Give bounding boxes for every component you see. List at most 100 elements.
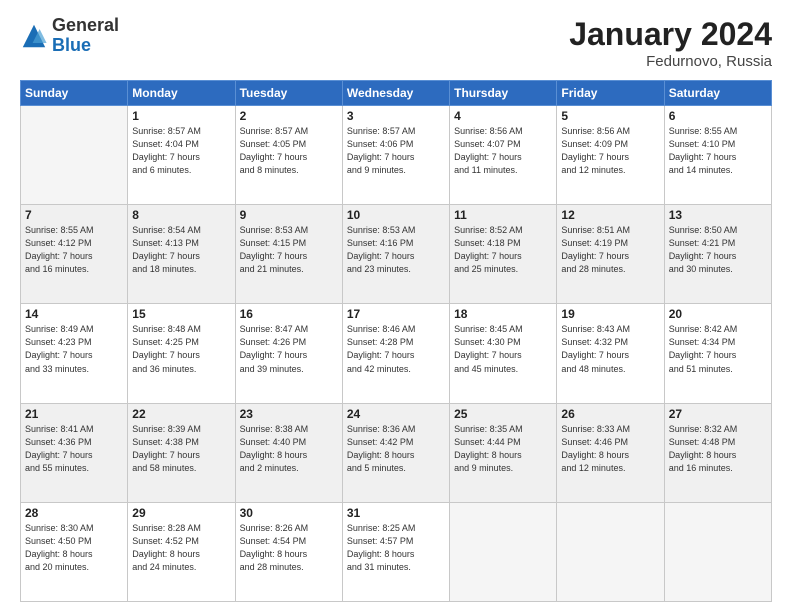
day-number: 3 [347,109,445,123]
day-info: Sunrise: 8:45 AMSunset: 4:30 PMDaylight:… [454,323,552,375]
month-year: January 2024 [569,16,772,53]
table-row [664,502,771,601]
day-number: 13 [669,208,767,222]
col-tuesday: Tuesday [235,81,342,106]
col-wednesday: Wednesday [342,81,449,106]
header: General Blue January 2024 Fedurnovo, Rus… [20,16,772,70]
title-block: January 2024 Fedurnovo, Russia [569,16,772,70]
day-info: Sunrise: 8:35 AMSunset: 4:44 PMDaylight:… [454,423,552,475]
day-info: Sunrise: 8:54 AMSunset: 4:13 PMDaylight:… [132,224,230,276]
table-row: 23 Sunrise: 8:38 AMSunset: 4:40 PMDayligh… [235,403,342,502]
day-info: Sunrise: 8:56 AMSunset: 4:07 PMDaylight:… [454,125,552,177]
table-row: 13 Sunrise: 8:50 AMSunset: 4:21 PMDayligh… [664,205,771,304]
day-info: Sunrise: 8:43 AMSunset: 4:32 PMDaylight:… [561,323,659,375]
day-number: 15 [132,307,230,321]
table-row: 8Sunrise: 8:54 AMSunset: 4:13 PMDaylight… [128,205,235,304]
day-number: 9 [240,208,338,222]
day-number: 16 [240,307,338,321]
logo-general-text: General [52,16,119,36]
day-number: 27 [669,407,767,421]
logo-text: General Blue [52,16,119,56]
logo: General Blue [20,16,119,56]
col-monday: Monday [128,81,235,106]
calendar-week-row: 7 Sunrise: 8:55 AMSunset: 4:12 PMDaylight… [21,205,772,304]
day-info: Sunrise: 8:42 AMSunset: 4:34 PMDaylight:… [669,323,767,375]
table-row: 11 Sunrise: 8:52 AMSunset: 4:18 PMDayligh… [450,205,557,304]
day-info: Sunrise: 8:36 AMSunset: 4:42 PMDaylight:… [347,423,445,475]
day-info: Sunrise: 8:51 AMSunset: 4:19 PMDaylight:… [561,224,659,276]
table-row: 17 Sunrise: 8:46 AMSunset: 4:28 PMDayligh… [342,304,449,403]
table-row: 15 Sunrise: 8:48 AMSunset: 4:25 PMDayligh… [128,304,235,403]
day-number: 10 [347,208,445,222]
calendar-header-row: Sunday Monday Tuesday Wednesday Thursday… [21,81,772,106]
day-info: Sunrise: 8:38 AMSunset: 4:40 PMDaylight:… [240,423,338,475]
table-row: 7 Sunrise: 8:55 AMSunset: 4:12 PMDaylight… [21,205,128,304]
table-row: 30 Sunrise: 8:26 AMSunset: 4:54 PMDayligh… [235,502,342,601]
day-info: Sunrise: 8:25 AMSunset: 4:57 PMDaylight:… [347,522,445,574]
day-info: Sunrise: 8:32 AMSunset: 4:48 PMDaylight:… [669,423,767,475]
day-info: Sunrise: 8:50 AMSunset: 4:21 PMDaylight:… [669,224,767,276]
logo-icon [20,22,48,50]
day-info: Sunrise: 8:46 AMSunset: 4:28 PMDaylight:… [347,323,445,375]
table-row: 24 Sunrise: 8:36 AMSunset: 4:42 PMDayligh… [342,403,449,502]
calendar-week-row: 21 Sunrise: 8:41 AMSunset: 4:36 PMDayligh… [21,403,772,502]
col-saturday: Saturday [664,81,771,106]
day-number: 18 [454,307,552,321]
page: General Blue January 2024 Fedurnovo, Rus… [0,0,792,612]
table-row: 19Sunrise: 8:43 AMSunset: 4:32 PMDayligh… [557,304,664,403]
table-row: 28Sunrise: 8:30 AMSunset: 4:50 PMDayligh… [21,502,128,601]
day-number: 17 [347,307,445,321]
table-row [450,502,557,601]
day-number: 30 [240,506,338,520]
table-row: 21 Sunrise: 8:41 AMSunset: 4:36 PMDayligh… [21,403,128,502]
table-row: 4Sunrise: 8:56 AMSunset: 4:07 PMDaylight… [450,106,557,205]
day-number: 5 [561,109,659,123]
day-number: 12 [561,208,659,222]
day-info: Sunrise: 8:49 AMSunset: 4:23 PMDaylight:… [25,323,123,375]
day-number: 11 [454,208,552,222]
day-info: Sunrise: 8:57 AMSunset: 4:06 PMDaylight:… [347,125,445,177]
day-number: 31 [347,506,445,520]
table-row: 9 Sunrise: 8:53 AMSunset: 4:15 PMDaylight… [235,205,342,304]
day-info: Sunrise: 8:52 AMSunset: 4:18 PMDaylight:… [454,224,552,276]
day-number: 21 [25,407,123,421]
table-row: 29Sunrise: 8:28 AMSunset: 4:52 PMDayligh… [128,502,235,601]
day-info: Sunrise: 8:48 AMSunset: 4:25 PMDaylight:… [132,323,230,375]
table-row: 18 Sunrise: 8:45 AMSunset: 4:30 PMDayligh… [450,304,557,403]
day-info: Sunrise: 8:30 AMSunset: 4:50 PMDaylight:… [25,522,123,574]
table-row: 5Sunrise: 8:56 AMSunset: 4:09 PMDaylight… [557,106,664,205]
day-number: 14 [25,307,123,321]
day-number: 25 [454,407,552,421]
day-number: 29 [132,506,230,520]
table-row: 10Sunrise: 8:53 AMSunset: 4:16 PMDayligh… [342,205,449,304]
day-number: 22 [132,407,230,421]
table-row [21,106,128,205]
calendar-week-row: 28Sunrise: 8:30 AMSunset: 4:50 PMDayligh… [21,502,772,601]
day-info: Sunrise: 8:57 AMSunset: 4:05 PMDaylight:… [240,125,338,177]
table-row: 20 Sunrise: 8:42 AMSunset: 4:34 PMDayligh… [664,304,771,403]
table-row: 2Sunrise: 8:57 AMSunset: 4:05 PMDaylight… [235,106,342,205]
day-info: Sunrise: 8:47 AMSunset: 4:26 PMDaylight:… [240,323,338,375]
col-friday: Friday [557,81,664,106]
table-row: 22Sunrise: 8:39 AMSunset: 4:38 PMDayligh… [128,403,235,502]
table-row: 12 Sunrise: 8:51 AMSunset: 4:19 PMDayligh… [557,205,664,304]
day-number: 24 [347,407,445,421]
table-row: 6Sunrise: 8:55 AMSunset: 4:10 PMDaylight… [664,106,771,205]
table-row: 31 Sunrise: 8:25 AMSunset: 4:57 PMDayligh… [342,502,449,601]
table-row: 27 Sunrise: 8:32 AMSunset: 4:48 PMDayligh… [664,403,771,502]
table-row [557,502,664,601]
day-info: Sunrise: 8:26 AMSunset: 4:54 PMDaylight:… [240,522,338,574]
col-thursday: Thursday [450,81,557,106]
table-row: 1Sunrise: 8:57 AMSunset: 4:04 PMDaylight… [128,106,235,205]
logo-blue-text: Blue [52,36,119,56]
day-info: Sunrise: 8:41 AMSunset: 4:36 PMDaylight:… [25,423,123,475]
day-info: Sunrise: 8:53 AMSunset: 4:15 PMDaylight:… [240,224,338,276]
table-row: 14 Sunrise: 8:49 AMSunset: 4:23 PMDayligh… [21,304,128,403]
day-info: Sunrise: 8:55 AMSunset: 4:12 PMDaylight:… [25,224,123,276]
table-row: 25 Sunrise: 8:35 AMSunset: 4:44 PMDayligh… [450,403,557,502]
calendar: Sunday Monday Tuesday Wednesday Thursday… [20,80,772,602]
table-row: 3 Sunrise: 8:57 AMSunset: 4:06 PMDaylight… [342,106,449,205]
day-number: 23 [240,407,338,421]
day-number: 20 [669,307,767,321]
day-number: 7 [25,208,123,222]
